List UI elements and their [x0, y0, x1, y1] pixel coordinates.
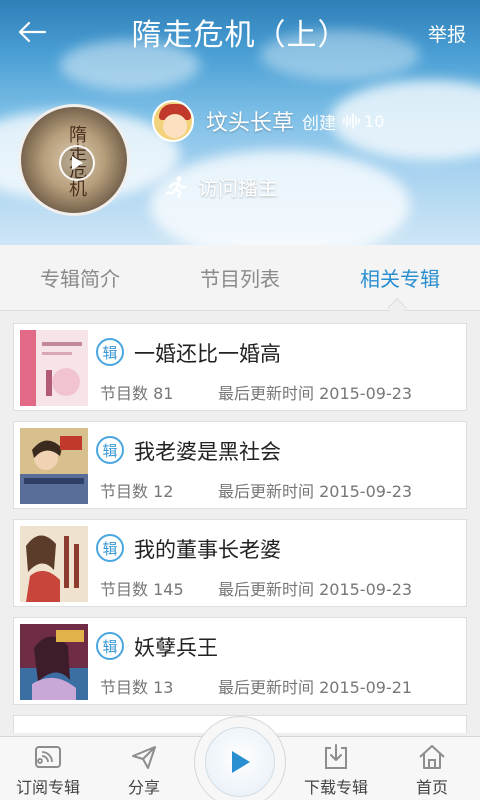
back-button[interactable] — [12, 12, 52, 52]
home-label: 首页 — [415, 778, 448, 797]
list-item[interactable]: 辑 妖孽兵王 节目数 13 最后更新时间 2015-09-21 — [13, 617, 467, 705]
album-badge: 辑 — [96, 534, 124, 562]
album-title: 一婚还比一婚高 — [134, 342, 281, 366]
top-bar: 隋走危机（上） 举报 — [0, 0, 480, 64]
visit-host-link[interactable]: 访问播主 — [164, 172, 278, 201]
album-title: 妖孽兵王 — [134, 636, 218, 660]
tab-album-intro[interactable]: 专辑简介 — [0, 245, 160, 310]
program-count: 节目数 12 — [100, 482, 174, 501]
listen-count: 10 — [342, 112, 384, 131]
subscribe-album-button[interactable]: 订阅专辑 — [0, 737, 96, 800]
program-count: 节目数 81 — [100, 384, 174, 403]
page-title: 隋走危机（上） — [131, 18, 349, 53]
program-count: 节目数 145 — [100, 580, 184, 599]
last-updated: 最后更新时间 2015-09-23 — [218, 482, 413, 501]
subscribe-icon — [35, 746, 61, 768]
play-icon — [72, 156, 83, 170]
play-icon — [232, 751, 250, 773]
album-thumbnail — [20, 428, 88, 504]
back-arrow-icon — [18, 21, 47, 43]
listen-count-value: 10 — [364, 111, 385, 131]
sound-wave-icon — [343, 113, 360, 129]
share-button[interactable]: 分享 — [96, 737, 192, 800]
album-cover[interactable]: 隋走危机 — [18, 104, 130, 216]
cover-play-button[interactable] — [59, 145, 95, 181]
album-title: 我的董事长老婆 — [134, 538, 281, 562]
created-label: 创建 — [302, 113, 337, 134]
home-button[interactable]: 首页 — [384, 737, 480, 800]
creator-info: 坟头长草 创建 10 — [152, 100, 384, 142]
album-title: 我老婆是黑社会 — [134, 440, 281, 464]
album-thumbnail — [20, 624, 88, 700]
download-icon — [325, 744, 347, 769]
last-updated: 最后更新时间 2015-09-21 — [218, 678, 413, 697]
album-thumbnail — [20, 526, 88, 602]
tab-bar: 专辑简介 节目列表 相关专辑 — [0, 245, 480, 311]
album-badge: 辑 — [96, 436, 124, 464]
creator-avatar[interactable] — [152, 100, 194, 142]
related-album-list: 辑 一婚还比一婚高 节目数 81 最后更新时间 2015-09-23 辑 我老婆… — [13, 323, 467, 743]
download-label: 下载专辑 — [303, 778, 368, 797]
list-item[interactable]: 辑 我老婆是黑社会 节目数 12 最后更新时间 2015-09-23 — [13, 421, 467, 509]
album-badge: 辑 — [96, 338, 124, 366]
running-person-icon — [165, 175, 187, 198]
list-item[interactable]: 辑 一婚还比一婚高 节目数 81 最后更新时间 2015-09-23 — [13, 323, 467, 411]
last-updated: 最后更新时间 2015-09-23 — [218, 580, 413, 599]
visit-host-label: 访问播主 — [198, 176, 278, 200]
last-updated: 最后更新时间 2015-09-23 — [218, 384, 413, 403]
report-button[interactable]: 举报 — [428, 20, 466, 47]
creator-name[interactable]: 坟头长草 — [206, 105, 294, 137]
now-playing-button[interactable] — [194, 716, 286, 800]
download-album-button[interactable]: 下载专辑 — [288, 737, 384, 800]
album-thumbnail — [20, 330, 88, 406]
share-icon — [132, 746, 156, 769]
home-icon — [419, 745, 445, 769]
program-count: 节目数 13 — [100, 678, 174, 697]
tab-program-list[interactable]: 节目列表 — [160, 245, 320, 310]
album-badge: 辑 — [96, 632, 124, 660]
list-item[interactable]: 辑 我的董事长老婆 节目数 145 最后更新时间 2015-09-23 — [13, 519, 467, 607]
subscribe-label: 订阅专辑 — [15, 778, 80, 797]
share-label: 分享 — [127, 778, 160, 797]
